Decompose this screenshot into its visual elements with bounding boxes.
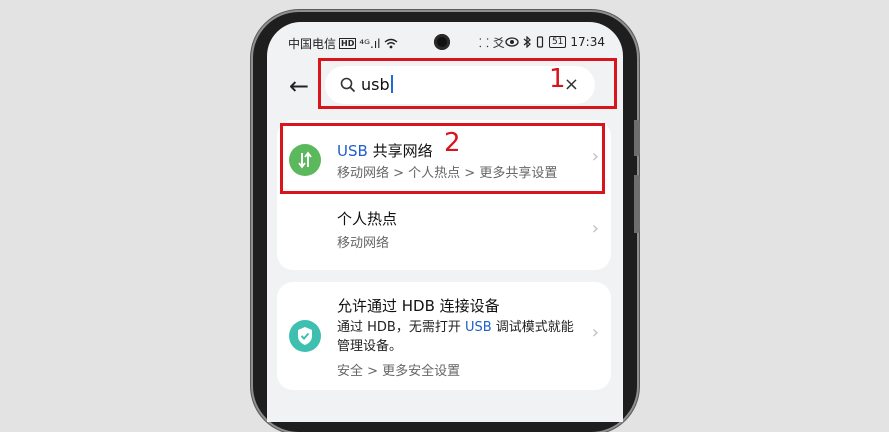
results-card-security: 允许通过 HDB 连接设备 通过 HDB，无需打开 USB 调试模式就能管理设备… — [277, 282, 611, 390]
wifi-icon — [384, 38, 397, 49]
status-bar: 中国电信 HD ⁴ᴳ.ıl ⸬ 爻 51 17:34 — [267, 22, 623, 60]
result-hdb-connect[interactable]: 允许通过 HDB 连接设备 通过 HDB，无需打开 USB 调试模式就能管理设备… — [277, 282, 611, 390]
annotation-box-1 — [318, 58, 617, 109]
notification-icons: ⸬ 爻 — [479, 36, 505, 50]
clock: 17:34 — [570, 35, 605, 49]
result-title: 允许通过 HDB 连接设备 — [337, 297, 500, 315]
chevron-right-icon: › — [591, 218, 599, 239]
annotation-box-2 — [280, 123, 605, 194]
eye-icon — [505, 37, 519, 47]
chevron-right-icon: › — [591, 322, 599, 343]
carrier-label: 中国电信 — [288, 37, 337, 51]
result-path: 移动网络 — [337, 236, 390, 251]
result-title: 个人热点 — [337, 210, 398, 228]
annotation-number-1: 1 — [549, 64, 566, 94]
result-description: 通过 HDB，无需打开 USB 调试模式就能管理设备。 — [337, 320, 574, 354]
annotation-number-2: 2 — [444, 128, 461, 158]
status-left: 中国电信 HD ⁴ᴳ.ıl — [288, 35, 398, 52]
power-button — [634, 175, 640, 233]
vibrate-icon — [536, 36, 544, 48]
result-hotspot[interactable]: 个人热点 移动网络 › — [277, 196, 611, 270]
result-path: 安全 > 更多安全设置 — [337, 364, 461, 379]
volume-button — [634, 120, 640, 156]
status-right: 51 17:34 — [505, 35, 605, 49]
bluetooth-icon — [523, 36, 531, 48]
result-desc-highlight: USB — [464, 320, 492, 335]
shield-icon — [289, 320, 321, 352]
hd-badge: HD — [339, 38, 357, 49]
battery-icon: 51 — [548, 36, 567, 48]
signal-icon: ⁴ᴳ.ıl — [359, 36, 381, 51]
front-camera — [434, 34, 450, 50]
back-arrow-icon[interactable]: ← — [289, 74, 315, 98]
